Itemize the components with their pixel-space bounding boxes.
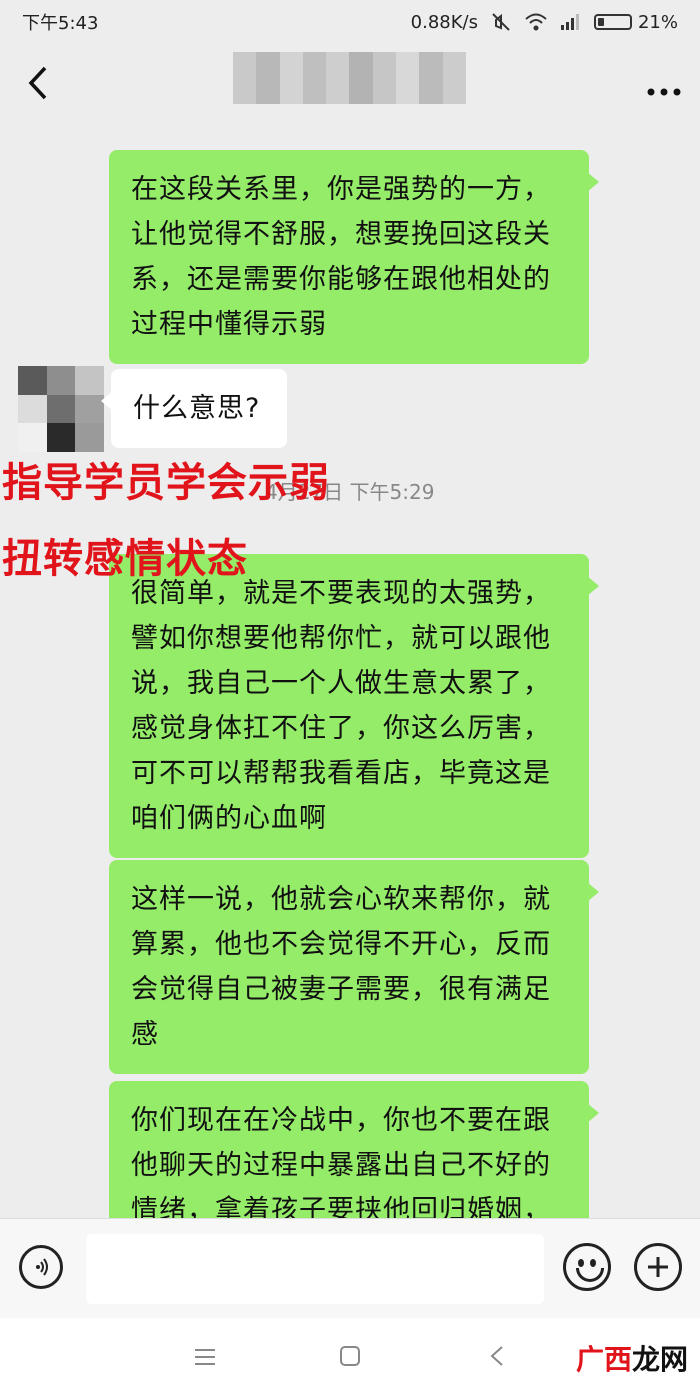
watermark-text-black: 龙网 bbox=[631, 1343, 688, 1376]
emoji-button[interactable] bbox=[563, 1243, 611, 1291]
more-button[interactable] bbox=[646, 66, 682, 106]
battery-icon bbox=[593, 14, 632, 30]
chat-header bbox=[0, 44, 700, 128]
back-triangle-icon bbox=[490, 1346, 503, 1366]
chat-area[interactable]: 在这段关系里，你是强势的一方，让他觉得不舒服，想要挽回这段关系，还是需要你能够在… bbox=[0, 128, 700, 1218]
system-navigation-bar: 广西 龙网 bbox=[0, 1318, 700, 1400]
more-functions-button[interactable] bbox=[634, 1243, 682, 1291]
wifi-icon bbox=[525, 13, 547, 31]
status-bar: 下午5:43 0.88K/s 21% bbox=[0, 0, 700, 44]
avatar-pixel bbox=[75, 366, 104, 395]
menu-icon bbox=[195, 1349, 215, 1365]
voice-icon bbox=[36, 1258, 48, 1276]
avatar-pixel bbox=[18, 366, 47, 395]
pixel-block bbox=[442, 52, 466, 104]
message-input[interactable] bbox=[86, 1234, 544, 1304]
signal-icon bbox=[560, 14, 579, 30]
battery-percent: 21% bbox=[637, 11, 678, 33]
avatar-pixel bbox=[46, 366, 76, 395]
watermark-text-red: 广西 bbox=[575, 1343, 632, 1376]
pixel-block bbox=[279, 52, 303, 104]
input-bar bbox=[0, 1218, 700, 1318]
more-dots-icon bbox=[647, 88, 681, 96]
avatar-pixel bbox=[75, 423, 104, 452]
pixel-block bbox=[349, 52, 373, 104]
message-bubble-sent[interactable]: 在这段关系里，你是强势的一方，让他觉得不舒服，想要挽回这段关系，还是需要你能够在… bbox=[109, 150, 599, 364]
voice-button[interactable] bbox=[19, 1245, 63, 1289]
watermark-logo: 广西 龙网 bbox=[576, 1338, 688, 1378]
overlay-caption-line-2: 扭转感情状态 bbox=[2, 536, 248, 582]
back-button[interactable] bbox=[18, 65, 58, 108]
plus-icon bbox=[648, 1257, 668, 1277]
overlay-caption-line-1: 指导学员学会示弱 bbox=[2, 460, 330, 506]
pixel-block bbox=[302, 52, 327, 104]
avatar-pixel bbox=[46, 394, 76, 424]
home-button[interactable] bbox=[339, 1340, 361, 1375]
system-back-button[interactable] bbox=[489, 1340, 505, 1375]
avatar-pixel bbox=[18, 394, 47, 424]
pixel-block bbox=[419, 52, 443, 104]
pixel-block bbox=[396, 52, 420, 104]
status-icons: 0.88K/s 21% bbox=[411, 11, 678, 33]
pixel-block bbox=[233, 52, 257, 104]
pixel-block bbox=[372, 52, 397, 104]
message-bubble-sent[interactable]: 你们现在在冷战中，你也不要在跟他聊天的过程中暴露出自己不好的情绪，拿着孩子要挟他… bbox=[109, 1081, 599, 1218]
battery: 21% bbox=[593, 11, 678, 33]
pixel-block bbox=[256, 52, 280, 104]
message-bubble-received[interactable]: 什么意思? bbox=[101, 369, 287, 448]
message-bubble-sent[interactable]: 这样一说，他就会心软来帮你，就算累，他也不会觉得不开心，反而会觉得自己被妻子需要… bbox=[109, 860, 599, 1074]
avatar-pixel bbox=[18, 423, 47, 452]
avatar[interactable] bbox=[18, 366, 104, 452]
home-square-icon bbox=[340, 1346, 360, 1366]
avatar-pixel bbox=[75, 394, 104, 424]
network-speed: 0.88K/s bbox=[410, 11, 478, 33]
chevron-left-icon bbox=[28, 66, 47, 99]
status-time: 下午5:43 bbox=[22, 13, 99, 34]
contact-name-pixelated bbox=[233, 52, 466, 104]
mute-icon bbox=[492, 13, 510, 31]
pixel-block bbox=[326, 52, 350, 104]
message-bubble-sent[interactable]: 很简单，就是不要表现的太强势，譬如你想要他帮你忙，就可以跟他说，我自己一个人做生… bbox=[109, 554, 599, 858]
menu-button[interactable] bbox=[194, 1340, 216, 1375]
avatar-pixel bbox=[46, 423, 76, 452]
